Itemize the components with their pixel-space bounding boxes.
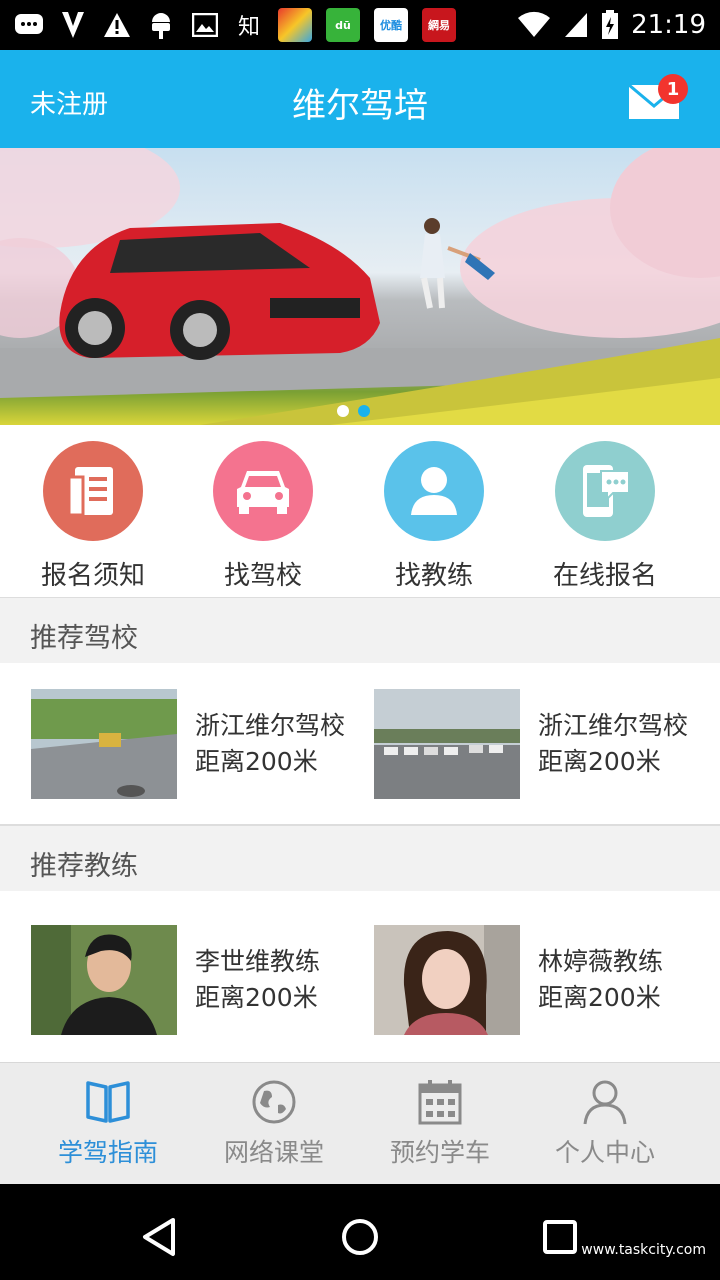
back-icon[interactable] [135, 1212, 185, 1262]
watermark: www.taskcity.com [581, 1242, 706, 1258]
registration-notice-label: 报名须知 [40, 561, 145, 591]
person-icon [411, 467, 457, 515]
school-name: 浙江维尔驾校 [195, 711, 346, 740]
find-school-label: 找驾校 [223, 561, 302, 591]
system-navigation-bar [0, 1184, 720, 1280]
signal-icon [565, 13, 588, 37]
bottom-tab-bar: 学驾指南 网络课堂 预约学车 个人中心 [0, 1062, 720, 1184]
youku-app-icon: 优酷 [374, 8, 408, 42]
coach-list: 李世维教练 距离200米 林婷薇教练 距离200米 [0, 891, 720, 1062]
registration-notice-circle [43, 441, 143, 541]
duokan-app-icon: dū [326, 8, 360, 42]
section-title-coaches: 推荐教练 [30, 851, 138, 882]
school-thumbnail [374, 689, 520, 799]
online-register-label: 在线报名 [552, 561, 657, 591]
document-icon [67, 467, 113, 517]
coach-avatar [31, 925, 177, 1035]
quick-entry-find-coach[interactable]: 找教练 [349, 441, 519, 592]
school-card[interactable]: 浙江维尔驾校 距离200米 [31, 689, 345, 799]
coach-card[interactable]: 李世维教练 距离200米 [31, 925, 320, 1035]
tab-driving-guide[interactable]: 学驾指南 [18, 1079, 198, 1169]
tab-label: 个人中心 [554, 1138, 655, 1167]
section-header-coaches: 推荐教练 [0, 825, 720, 891]
find-coach-circle [384, 441, 484, 541]
section-title-schools: 推荐驾校 [30, 623, 138, 654]
banner-dot-2[interactable] [358, 405, 370, 417]
tab-label: 学驾指南 [57, 1138, 158, 1167]
tab-label: 预约学车 [389, 1138, 490, 1167]
section-header-schools: 推荐驾校 [0, 597, 720, 663]
gallery-icon [190, 10, 220, 40]
status-bar: 知 dū 优酷 網易 21:19 [0, 0, 720, 50]
school-distance: 距离200米 [538, 747, 661, 776]
wifi-icon [518, 11, 551, 37]
vpn-shield-icon [58, 10, 88, 40]
coach-name: 李世维教练 [195, 947, 321, 976]
banner-dot-1[interactable] [337, 405, 349, 417]
tab-label: 网络课堂 [223, 1138, 324, 1167]
coach-name: 林婷薇教练 [538, 947, 664, 976]
coach-avatar [374, 925, 520, 1035]
find-school-circle [213, 441, 313, 541]
tab-personal-center[interactable]: 个人中心 [515, 1079, 695, 1169]
notification-icons: 知 dū 优酷 網易 [14, 8, 456, 42]
school-distance: 距离200米 [195, 747, 318, 776]
calendar-icon [418, 1080, 462, 1125]
promo-banner[interactable] [0, 148, 720, 425]
tab-book-lesson[interactable]: 预约学车 [350, 1079, 530, 1169]
netease-app-icon: 網易 [422, 8, 456, 42]
online-register-circle [555, 441, 655, 541]
clock: 21:19 [631, 10, 706, 40]
phone-chat-icon [583, 465, 630, 517]
user-icon [583, 1080, 627, 1125]
quick-entry-registration-notice[interactable]: 报名须知 [8, 441, 178, 592]
globe-icon [252, 1080, 296, 1124]
school-card[interactable]: 浙江维尔驾校 距离200米 [374, 689, 688, 799]
car-icon [237, 471, 289, 514]
app-header: 未注册 维尔驾培 [0, 50, 720, 148]
home-icon[interactable] [335, 1212, 385, 1262]
coach-distance: 距离200米 [195, 983, 318, 1012]
quick-entry-grid: 报名须知 找驾校 找教练 在线报名 [0, 425, 720, 597]
battery-icon [602, 10, 619, 39]
tab-online-class[interactable]: 网络课堂 [184, 1079, 364, 1169]
page-title: 维尔驾培 [292, 86, 428, 126]
school-name: 浙江维尔驾校 [538, 711, 689, 740]
book-icon [86, 1081, 130, 1123]
recent-apps-icon[interactable] [535, 1212, 585, 1262]
android-debug-icon [146, 10, 176, 40]
system-indicators: 21:19 [517, 10, 706, 40]
quick-entry-find-school[interactable]: 找驾校 [178, 441, 348, 592]
school-thumbnail [31, 689, 177, 799]
warning-icon [102, 10, 132, 40]
chat-notification-icon [14, 10, 44, 40]
find-coach-label: 找教练 [394, 561, 473, 591]
zhihu-app-icon: 知 [237, 15, 260, 40]
school-list: 浙江维尔驾校 距离200米 浙江维尔驾校 距离200米 [0, 663, 720, 825]
coach-card[interactable]: 林婷薇教练 距离200米 [374, 925, 663, 1035]
coach-distance: 距离200米 [538, 983, 661, 1012]
banner-image [0, 148, 720, 425]
quick-entry-online-register[interactable]: 在线报名 [520, 441, 690, 592]
mail-badge: 1 [658, 74, 688, 104]
game-app-icon [278, 8, 312, 42]
